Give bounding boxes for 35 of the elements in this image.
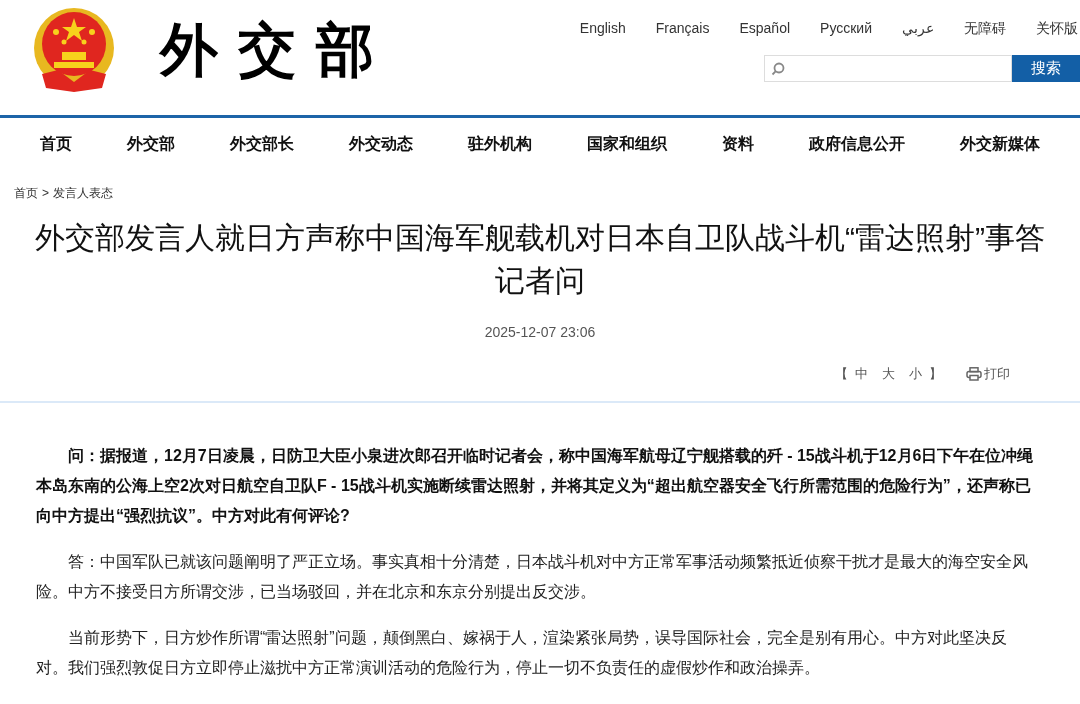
language-link[interactable]: Español [739,18,791,39]
font-size-link[interactable]: 大 [882,364,895,384]
language-link[interactable]: Русский [820,18,872,39]
question-paragraph: 问：据报道，12月7日凌晨，日防卫大臣小泉进次郎召开临时记者会，称中国海军航母辽宁舰搭载的歼 - 15战斗机于12月6日下午在位冲绳本岛东南的公海上空2次对日航空自卫队F - 15战斗机实施断续雷达照射，并将其定义为“超出航空器安全飞行所需范围的危险行为”，还声称已向中方提出“强烈抗议”。中方对此有何评论? [36,446,1035,526]
nav-link[interactable]: 外交动态 [349,132,413,156]
breadcrumb-separator: > [42,185,49,202]
nav-link[interactable]: 首页 [40,132,72,156]
nav-link[interactable]: 外交部 [127,132,175,156]
breadcrumb-link[interactable]: 发言人表态 [53,184,113,202]
nav-link[interactable]: 资料 [722,132,754,156]
printer-icon [966,367,982,381]
bracket: 】 [929,365,942,384]
search-icon [771,61,785,76]
search-button[interactable]: 搜索 [1012,55,1080,82]
language-link[interactable]: 无障碍 [964,18,1006,39]
language-link[interactable]: Français [655,18,710,39]
font-size-link[interactable]: 中 [855,364,868,384]
language-link[interactable]: عربي [902,18,934,39]
language-link[interactable]: 关怀版 [1036,18,1078,39]
bracket: 【 [835,365,848,384]
nav-link[interactable]: 政府信息公开 [809,132,905,156]
publish-date: 2025-12-07 23:06 [483,323,597,342]
font-size-link[interactable]: 小 [909,364,922,384]
language-link[interactable]: English [579,18,626,39]
nav-link[interactable]: 外交部长 [230,132,294,156]
nav-link[interactable]: 外交新媒体 [960,132,1040,156]
breadcrumb-link[interactable]: 首页 [14,184,38,202]
article-title: 外交部发言人就日方声称中国海军舰载机对日本自卫队战斗机“雷达照射”事答记者问 [34,220,1046,299]
nav-link[interactable]: 国家和组织 [587,132,667,156]
search-field[interactable] [764,55,1012,82]
site-logo-calligraphy: 外交部 [160,21,394,79]
answer-paragraph: 答：中国军队已就该问题阐明了严正立场。事实真相十分清楚，日本战斗机对中方正常军事活动频繁抵近侦察干扰才是最大的海空安全风险。中方不接受日方所谓交涉，已当场驳回，并在北京和东京分别提出反交涉。 [36,552,1029,602]
nav-link[interactable]: 驻外机构 [468,132,532,156]
print-link[interactable]: 打印 [966,364,1010,384]
answer-paragraph: 当前形势下，日方炒作所谓“雷达照射”问题，颠倒黑白、嫁祸于人，渲染紧张局势，误导国际社会，完全是别有用心。中方对此坚决反对。我们强烈敦促日方立即停止滋扰中方正常演训活动的危险行为，停止一切不负责任的虚假炒作和政治操弄。 [36,628,1008,678]
